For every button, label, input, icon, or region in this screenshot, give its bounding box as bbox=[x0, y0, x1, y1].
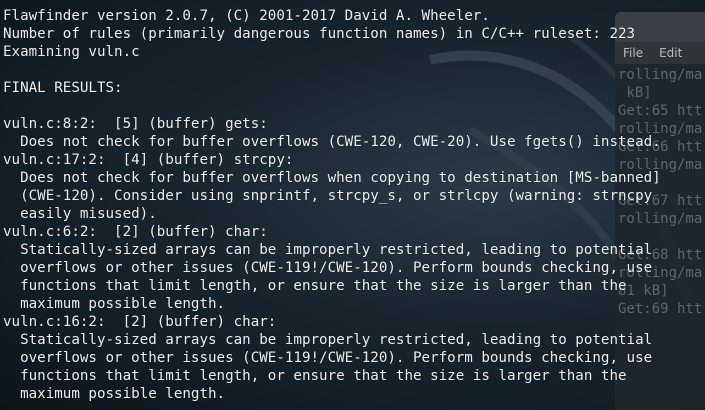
terminal-line: vuln.c:6:2: [2] (buffer) char: bbox=[3, 224, 268, 240]
terminal-line: maximum possible length. bbox=[3, 296, 226, 312]
terminal-line: functions that limit length, or ensure t… bbox=[3, 368, 627, 384]
terminal-line: overflows or other issues (CWE-119!/CWE-… bbox=[3, 350, 653, 366]
terminal-line: overflows or other issues (CWE-119!/CWE-… bbox=[3, 260, 653, 276]
terminal-line: Examining vuln.c bbox=[3, 44, 140, 60]
terminal-output[interactable]: Flawfinder version 2.0.7, (C) 2001-2017 … bbox=[0, 0, 705, 410]
terminal-line: Does not check for buffer overflows when… bbox=[3, 170, 661, 186]
terminal-line: (CWE-120). Consider using snprintf, strc… bbox=[3, 188, 653, 204]
terminal-line: vuln.c:8:2: [5] (buffer) gets: bbox=[3, 116, 268, 132]
terminal-line: FINAL RESULTS: bbox=[3, 80, 123, 96]
terminal-line: Statically-sized arrays can be improperl… bbox=[3, 242, 653, 258]
terminal-line: Flawfinder version 2.0.7, (C) 2001-2017 … bbox=[3, 8, 490, 24]
terminal-line: vuln.c:16:2: [2] (buffer) char: bbox=[3, 314, 277, 330]
terminal-line: Number of rules (primarily dangerous fun… bbox=[3, 26, 636, 42]
terminal-line: vuln.c:17:2: [4] (buffer) strcpy: bbox=[3, 152, 294, 168]
terminal-line: easily misused). bbox=[3, 206, 157, 222]
terminal-line: Does not check for buffer overflows (CWE… bbox=[3, 134, 661, 150]
terminal-line: functions that limit length, or ensure t… bbox=[3, 278, 627, 294]
terminal-line: Statically-sized arrays can be improperl… bbox=[3, 332, 653, 348]
terminal-line: maximum possible length. bbox=[3, 386, 226, 402]
